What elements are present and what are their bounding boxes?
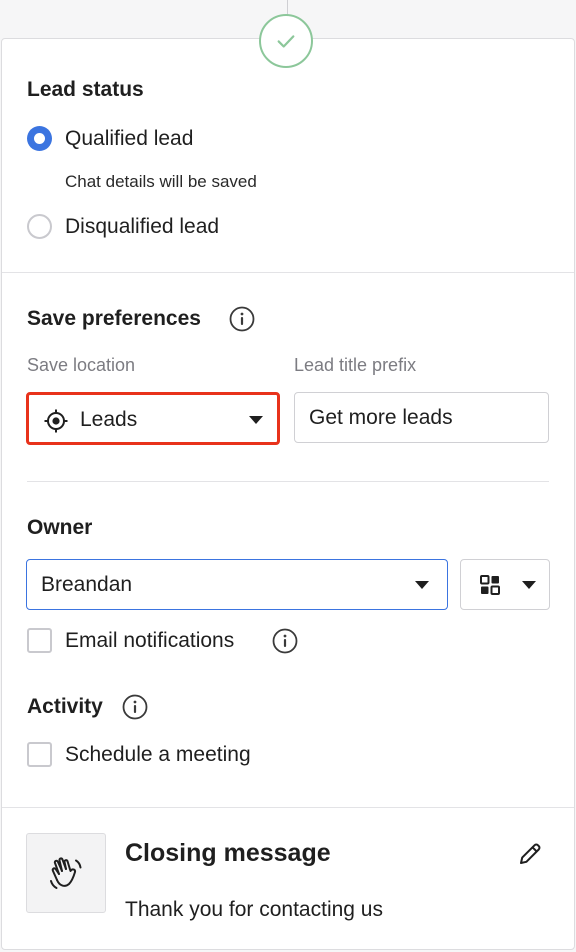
closing-message-heading: Closing message [125,839,331,867]
lead-status-heading: Lead status [27,78,144,101]
save-preferences-heading: Save preferences [27,307,201,330]
qualified-lead-radio[interactable] [27,126,52,151]
activity-heading: Activity [27,695,103,718]
chevron-down-icon [249,416,263,424]
qualified-lead-note: Chat details will be saved [65,172,257,191]
check-icon [277,35,295,48]
info-icon[interactable] [272,628,298,654]
schedule-meeting-checkbox[interactable] [27,742,52,767]
qualified-lead-label[interactable]: Qualified lead [65,127,193,151]
target-icon [44,409,68,433]
section-divider [2,272,574,273]
info-icon[interactable] [122,694,148,720]
chevron-down-icon [522,581,536,589]
lead-title-prefix-input[interactable] [294,392,549,443]
section-divider [2,807,574,808]
owner-view-toggle[interactable] [460,559,550,610]
disqualified-lead-label[interactable]: Disqualified lead [65,215,219,239]
email-notifications-checkbox[interactable] [27,628,52,653]
owner-select[interactable]: Breandan [26,559,448,610]
closing-message-text: Thank you for contacting us [125,898,383,921]
waving-hand-icon [50,857,82,889]
grid-icon [480,575,500,595]
save-location-label: Save location [27,355,136,375]
step-complete-icon [259,14,313,68]
save-location-value: Leads [80,408,138,431]
info-icon[interactable] [229,306,255,332]
pencil-icon[interactable] [517,841,543,867]
lead-settings-card: Lead status Qualified lead Chat details … [1,38,575,950]
owner-selected-value: Breandan [41,573,133,596]
lead-title-prefix-label: Lead title prefix [294,355,417,375]
owner-heading: Owner [27,516,93,539]
closing-message-thumbnail [26,833,106,913]
schedule-meeting-label[interactable]: Schedule a meeting [65,743,251,767]
disqualified-lead-radio[interactable] [27,214,52,239]
save-location-select[interactable]: Leads [26,392,280,445]
section-divider-inner [27,481,549,482]
email-notifications-label[interactable]: Email notifications [65,629,234,653]
chevron-down-icon [415,581,429,589]
